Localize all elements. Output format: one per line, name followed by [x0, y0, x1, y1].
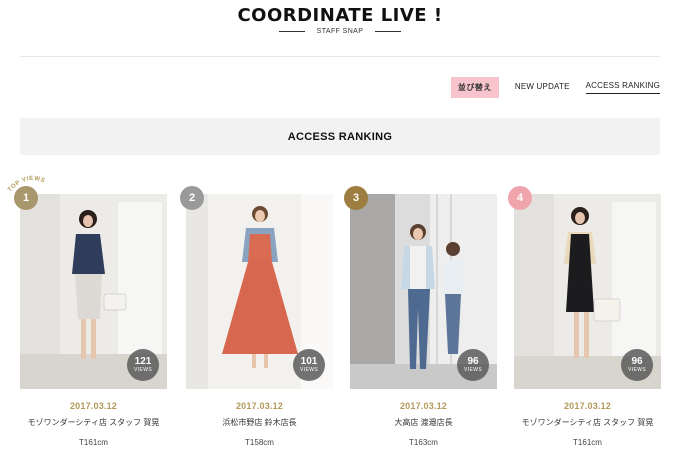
- card-date: 2017.03.12: [235, 401, 284, 411]
- subtitle-line-left: [278, 31, 305, 32]
- page-title: COORDINATE LIVE !: [237, 5, 443, 26]
- ranking-card-3[interactable]: 3 96 VIEWS 2017.03.12 大高店 渡邉店長 T163cm: [344, 186, 497, 447]
- card-staff: 大高店 渡邉店長: [394, 418, 453, 427]
- card-date: 2017.03.12: [563, 401, 612, 411]
- ranking-card-2[interactable]: 2 101 VIEWS 2017.03.12 浜松市野店 鈴木店長 T158cm: [180, 186, 333, 447]
- sort-new-update[interactable]: NEW UPDATE: [515, 82, 570, 94]
- sort-bar: 並び替え NEW UPDATE ACCESS RANKING: [450, 77, 660, 98]
- rank-badge: 4: [508, 186, 532, 210]
- card-staff: 浜松市野店 鈴木店長: [222, 418, 297, 427]
- rank-badge: 1: [14, 186, 38, 210]
- sort-access-ranking[interactable]: ACCESS RANKING: [585, 81, 660, 94]
- rank-badge: 2: [180, 186, 204, 210]
- views-badge: 121 VIEWS: [127, 349, 159, 381]
- card-date: 2017.03.12: [69, 401, 118, 411]
- views-badge: 101 VIEWS: [293, 349, 325, 381]
- card-height: T158cm: [245, 438, 274, 447]
- section-title: ACCESS RANKING: [20, 118, 660, 155]
- card-staff: モゾワンダーシティ店 スタッフ 賀晃: [521, 418, 654, 427]
- subtitle-row: STAFF SNAP: [0, 28, 680, 35]
- subtitle-line-right: [375, 31, 402, 32]
- page-subtitle: STAFF SNAP: [316, 28, 364, 35]
- card-staff: モゾワンダーシティ店 スタッフ 賀晃: [27, 418, 160, 427]
- header-divider: [20, 56, 660, 57]
- card-height: T161cm: [573, 438, 602, 447]
- card-height: T163cm: [409, 438, 438, 447]
- coordinate-photo[interactable]: 96 VIEWS: [350, 194, 497, 389]
- coordinate-photo[interactable]: 101 VIEWS: [186, 194, 333, 389]
- rank-badge: 3: [344, 186, 368, 210]
- ranking-card-1[interactable]: 1 121 VIEWS 2017.03.12 モゾワンダーシティ店 スタッフ 賀…: [14, 186, 167, 447]
- sort-label: 並び替え: [450, 77, 499, 98]
- coordinate-photo[interactable]: 121 VIEWS: [20, 194, 167, 389]
- card-height: T161cm: [79, 438, 108, 447]
- views-badge: 96 VIEWS: [621, 349, 653, 381]
- card-date: 2017.03.12: [399, 401, 448, 411]
- coordinate-photo[interactable]: 96 VIEWS: [514, 194, 661, 389]
- views-badge: 96 VIEWS: [457, 349, 489, 381]
- ranking-card-4[interactable]: 4 96 VIEWS 2017.03.12 モゾワンダーシティ店 スタッフ 賀晃…: [508, 186, 661, 447]
